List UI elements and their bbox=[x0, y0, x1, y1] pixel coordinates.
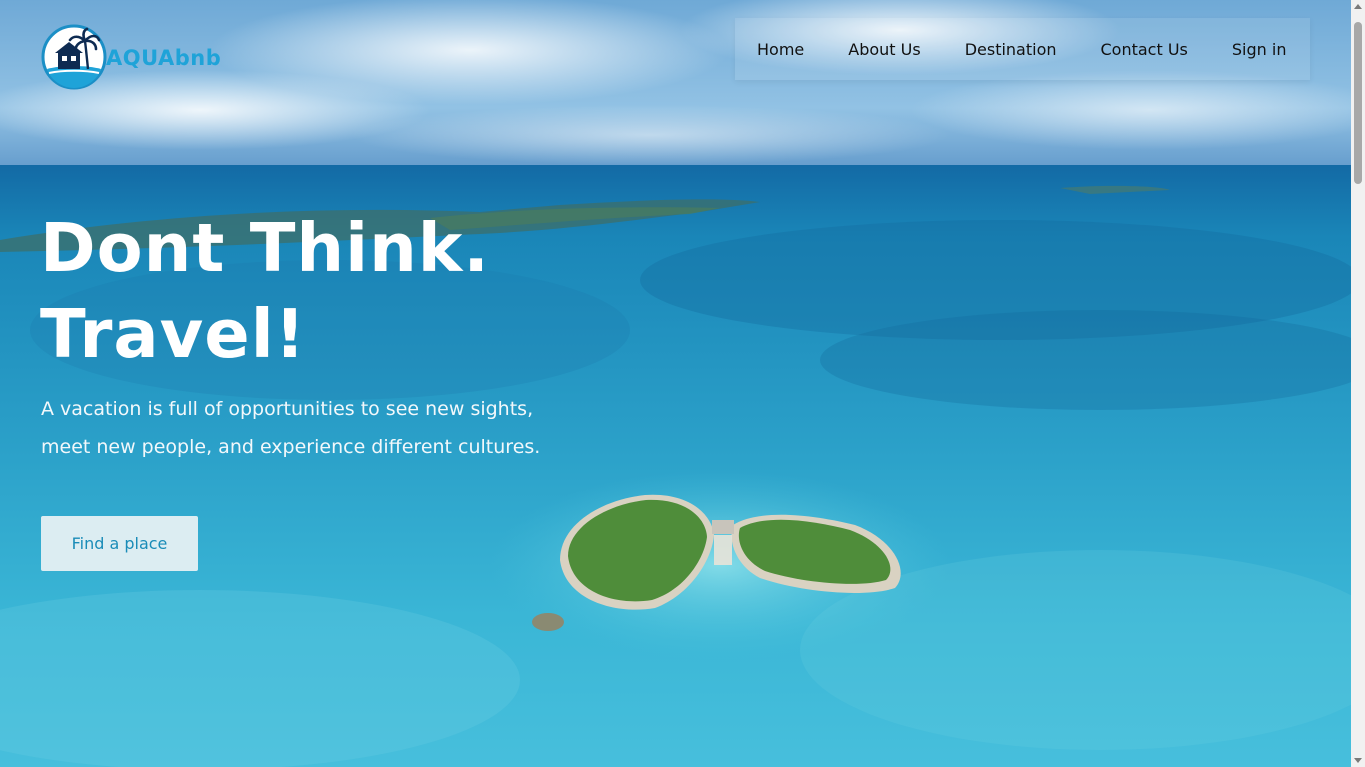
beach-house-icon bbox=[41, 24, 107, 90]
brand-name: AQUAbnb bbox=[106, 46, 222, 70]
page-scrollbar[interactable] bbox=[1351, 0, 1365, 767]
hero-background-image bbox=[0, 0, 1351, 767]
brand-logo[interactable]: AQUAbnb bbox=[41, 23, 221, 91]
nav-link-home[interactable]: Home bbox=[757, 40, 804, 59]
main-nav: Home About Us Destination Contact Us Sig… bbox=[735, 18, 1310, 80]
scroll-down-arrow-icon[interactable] bbox=[1354, 758, 1362, 763]
hero-subtitle-line-1: A vacation is full of opportunities to s… bbox=[41, 398, 534, 420]
nav-link-about-us[interactable]: About Us bbox=[848, 40, 920, 59]
hero-subtitle: A vacation is full of opportunities to s… bbox=[41, 390, 601, 466]
hero-headline-line-2: Travel! bbox=[40, 295, 307, 373]
find-a-place-button[interactable]: Find a place bbox=[41, 516, 198, 571]
hero-section: AQUAbnb Home About Us Destination Contac… bbox=[0, 0, 1351, 767]
nav-link-destination[interactable]: Destination bbox=[965, 40, 1057, 59]
hero-headline: Dont Think. Travel! bbox=[40, 205, 490, 377]
hero-headline-line-1: Dont Think. bbox=[40, 209, 490, 287]
scrollbar-thumb[interactable] bbox=[1354, 22, 1362, 184]
nav-link-sign-in[interactable]: Sign in bbox=[1232, 40, 1287, 59]
hero-subtitle-line-2: meet new people, and experience differen… bbox=[41, 436, 541, 458]
scroll-up-arrow-icon[interactable] bbox=[1354, 4, 1362, 9]
nav-link-contact-us[interactable]: Contact Us bbox=[1101, 40, 1188, 59]
